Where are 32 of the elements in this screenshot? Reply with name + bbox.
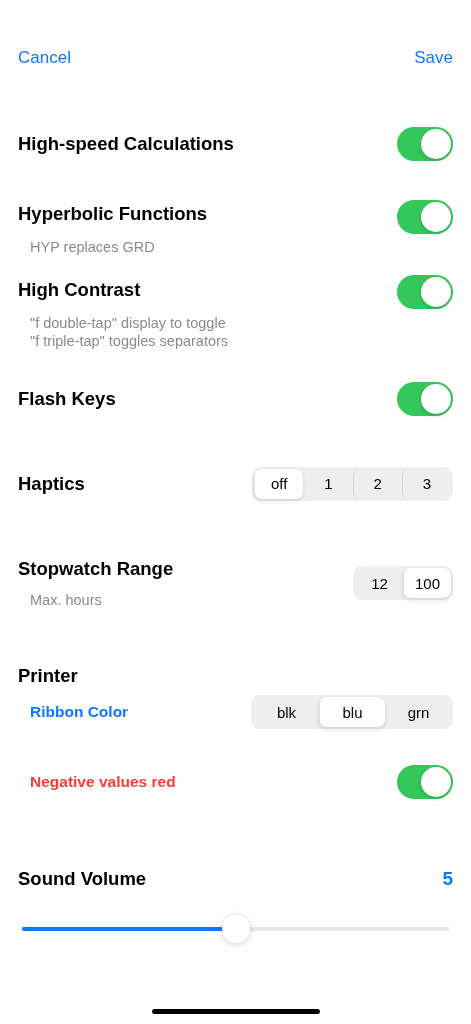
setting-title: Ribbon Color — [30, 702, 129, 722]
setting-hint: "f double-tap" display to toggle — [29, 313, 227, 332]
save-link[interactable]: Save — [414, 47, 453, 69]
slider-thumb[interactable] — [221, 915, 250, 943]
cancel-link[interactable]: Cancel — [18, 47, 71, 69]
segment-option[interactable]: 12 — [355, 568, 403, 598]
setting-title: Flash Keys — [18, 386, 116, 411]
setting-title: Stopwatch Range — [18, 557, 174, 581]
segment-option[interactable]: 100 — [403, 568, 451, 598]
setting-title: Hyperbolic Functions — [18, 201, 208, 226]
setting-hint: HYP replaces GRD — [29, 237, 156, 256]
setting-title: High Contrast — [18, 277, 142, 302]
toggle-switch[interactable] — [397, 126, 453, 161]
setting-title: Haptics — [18, 471, 85, 496]
segment-option[interactable]: 2 — [352, 468, 402, 499]
toggle-switch[interactable] — [397, 765, 453, 799]
segment-option[interactable]: blu — [319, 697, 385, 727]
section-title: Printer — [18, 664, 78, 688]
setting-hint: "f triple-tap" toggles separators — [29, 331, 229, 350]
setting-title: High-speed Calculations — [18, 131, 234, 156]
segment-option[interactable]: off — [254, 468, 304, 499]
setting-hint: Max. hours — [29, 591, 103, 609]
segment-option[interactable]: 3 — [401, 468, 451, 499]
setting-title: Sound Volume — [18, 867, 147, 891]
volume-value: 5 — [442, 867, 453, 891]
toggle-switch[interactable] — [397, 381, 453, 416]
toggle-switch[interactable] — [397, 275, 453, 309]
segment-option[interactable]: 1 — [303, 468, 353, 499]
setting-title: Negative values red — [30, 772, 176, 792]
segment-option[interactable]: blk — [253, 697, 319, 727]
segment-option[interactable]: grn — [385, 697, 451, 727]
toggle-switch[interactable] — [397, 200, 453, 234]
